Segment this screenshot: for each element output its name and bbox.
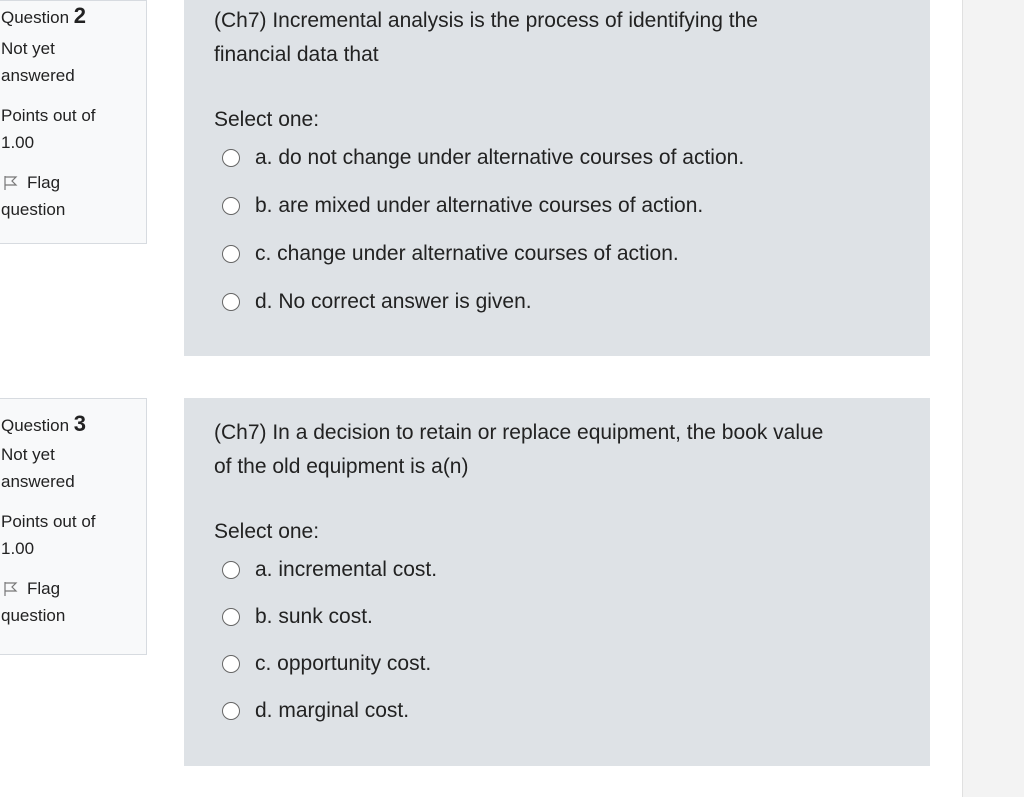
answer-option-c[interactable]: c. opportunity cost. (222, 649, 900, 679)
radio-button[interactable] (222, 655, 240, 673)
answer-option-d[interactable]: d. marginal cost. (222, 696, 900, 726)
question-state-line2: answered (1, 472, 75, 491)
question-state-line1: Not yet (1, 39, 55, 58)
radio-button[interactable] (222, 561, 240, 579)
answer-text: c. opportunity cost. (255, 652, 432, 675)
answer-option-b[interactable]: b. are mixed under alternative courses o… (222, 191, 900, 221)
question-number-value: 2 (73, 3, 87, 28)
select-one-label: Select one: (214, 108, 320, 131)
question-grade-line2: 1.00 (1, 133, 35, 152)
question-state-line1: Not yet (1, 445, 55, 464)
flag-question-link[interactable]: Flag (1, 575, 146, 602)
answer-text: d. marginal cost. (255, 699, 410, 722)
radio-button[interactable] (222, 245, 240, 263)
question-content-q2: (Ch7) Incremental analysis is the proces… (184, 0, 930, 356)
flag-label-line2[interactable]: question (1, 602, 146, 629)
question-number: Question 2 (1, 1, 146, 29)
answer-text: a. incremental cost. (255, 558, 438, 581)
answer-option-b[interactable]: b. sunk cost. (222, 602, 900, 632)
question-label: Question (1, 416, 70, 435)
question-prompt-line1: (Ch7) Incremental analysis is the proces… (214, 9, 758, 32)
question-grade-line1: Points out of (1, 512, 96, 531)
question-prompt-line2: of the old equipment is a(n) (214, 455, 469, 478)
radio-button[interactable] (222, 608, 240, 626)
question-number-value: 3 (73, 411, 87, 436)
flag-label-line1: Flag (27, 579, 61, 598)
flag-question-link[interactable]: Flag (1, 169, 146, 196)
question-grade-line1: Points out of (1, 106, 96, 125)
flag-label-line2[interactable]: question (1, 196, 146, 223)
question-info-q2: Question 2 Not yet answered Points out o… (0, 0, 147, 244)
flag-icon (3, 581, 19, 597)
question-prompt-line2: financial data that (214, 43, 379, 66)
radio-button[interactable] (222, 197, 240, 215)
right-side-panel (962, 0, 1024, 797)
question-prompt-line1: (Ch7) In a decision to retain or replace… (214, 421, 824, 444)
select-one-label: Select one: (214, 520, 320, 543)
question-info-q3: Question 3 Not yet answered Points out o… (0, 398, 147, 655)
answer-text: b. sunk cost. (255, 605, 373, 628)
flag-icon (3, 175, 19, 191)
radio-button[interactable] (222, 149, 240, 167)
question-state-line2: answered (1, 66, 75, 85)
answer-option-a[interactable]: a. do not change under alternative cours… (222, 143, 900, 173)
answer-option-d[interactable]: d. No correct answer is given. (222, 287, 900, 317)
answer-text: c. change under alternative courses of a… (255, 242, 679, 265)
question-label: Question (1, 8, 70, 27)
answer-option-c[interactable]: c. change under alternative courses of a… (222, 239, 900, 269)
question-content-q3: (Ch7) In a decision to retain or replace… (184, 398, 930, 766)
question-number: Question 3 (1, 413, 146, 437)
answer-text: b. are mixed under alternative courses o… (255, 194, 704, 217)
flag-label-line1: Flag (27, 173, 61, 192)
question-grade-line2: 1.00 (1, 539, 35, 558)
answer-option-a[interactable]: a. incremental cost. (222, 555, 900, 585)
radio-button[interactable] (222, 293, 240, 311)
answer-text: a. do not change under alternative cours… (255, 146, 745, 169)
radio-button[interactable] (222, 702, 240, 720)
answer-text: d. No correct answer is given. (255, 290, 532, 313)
